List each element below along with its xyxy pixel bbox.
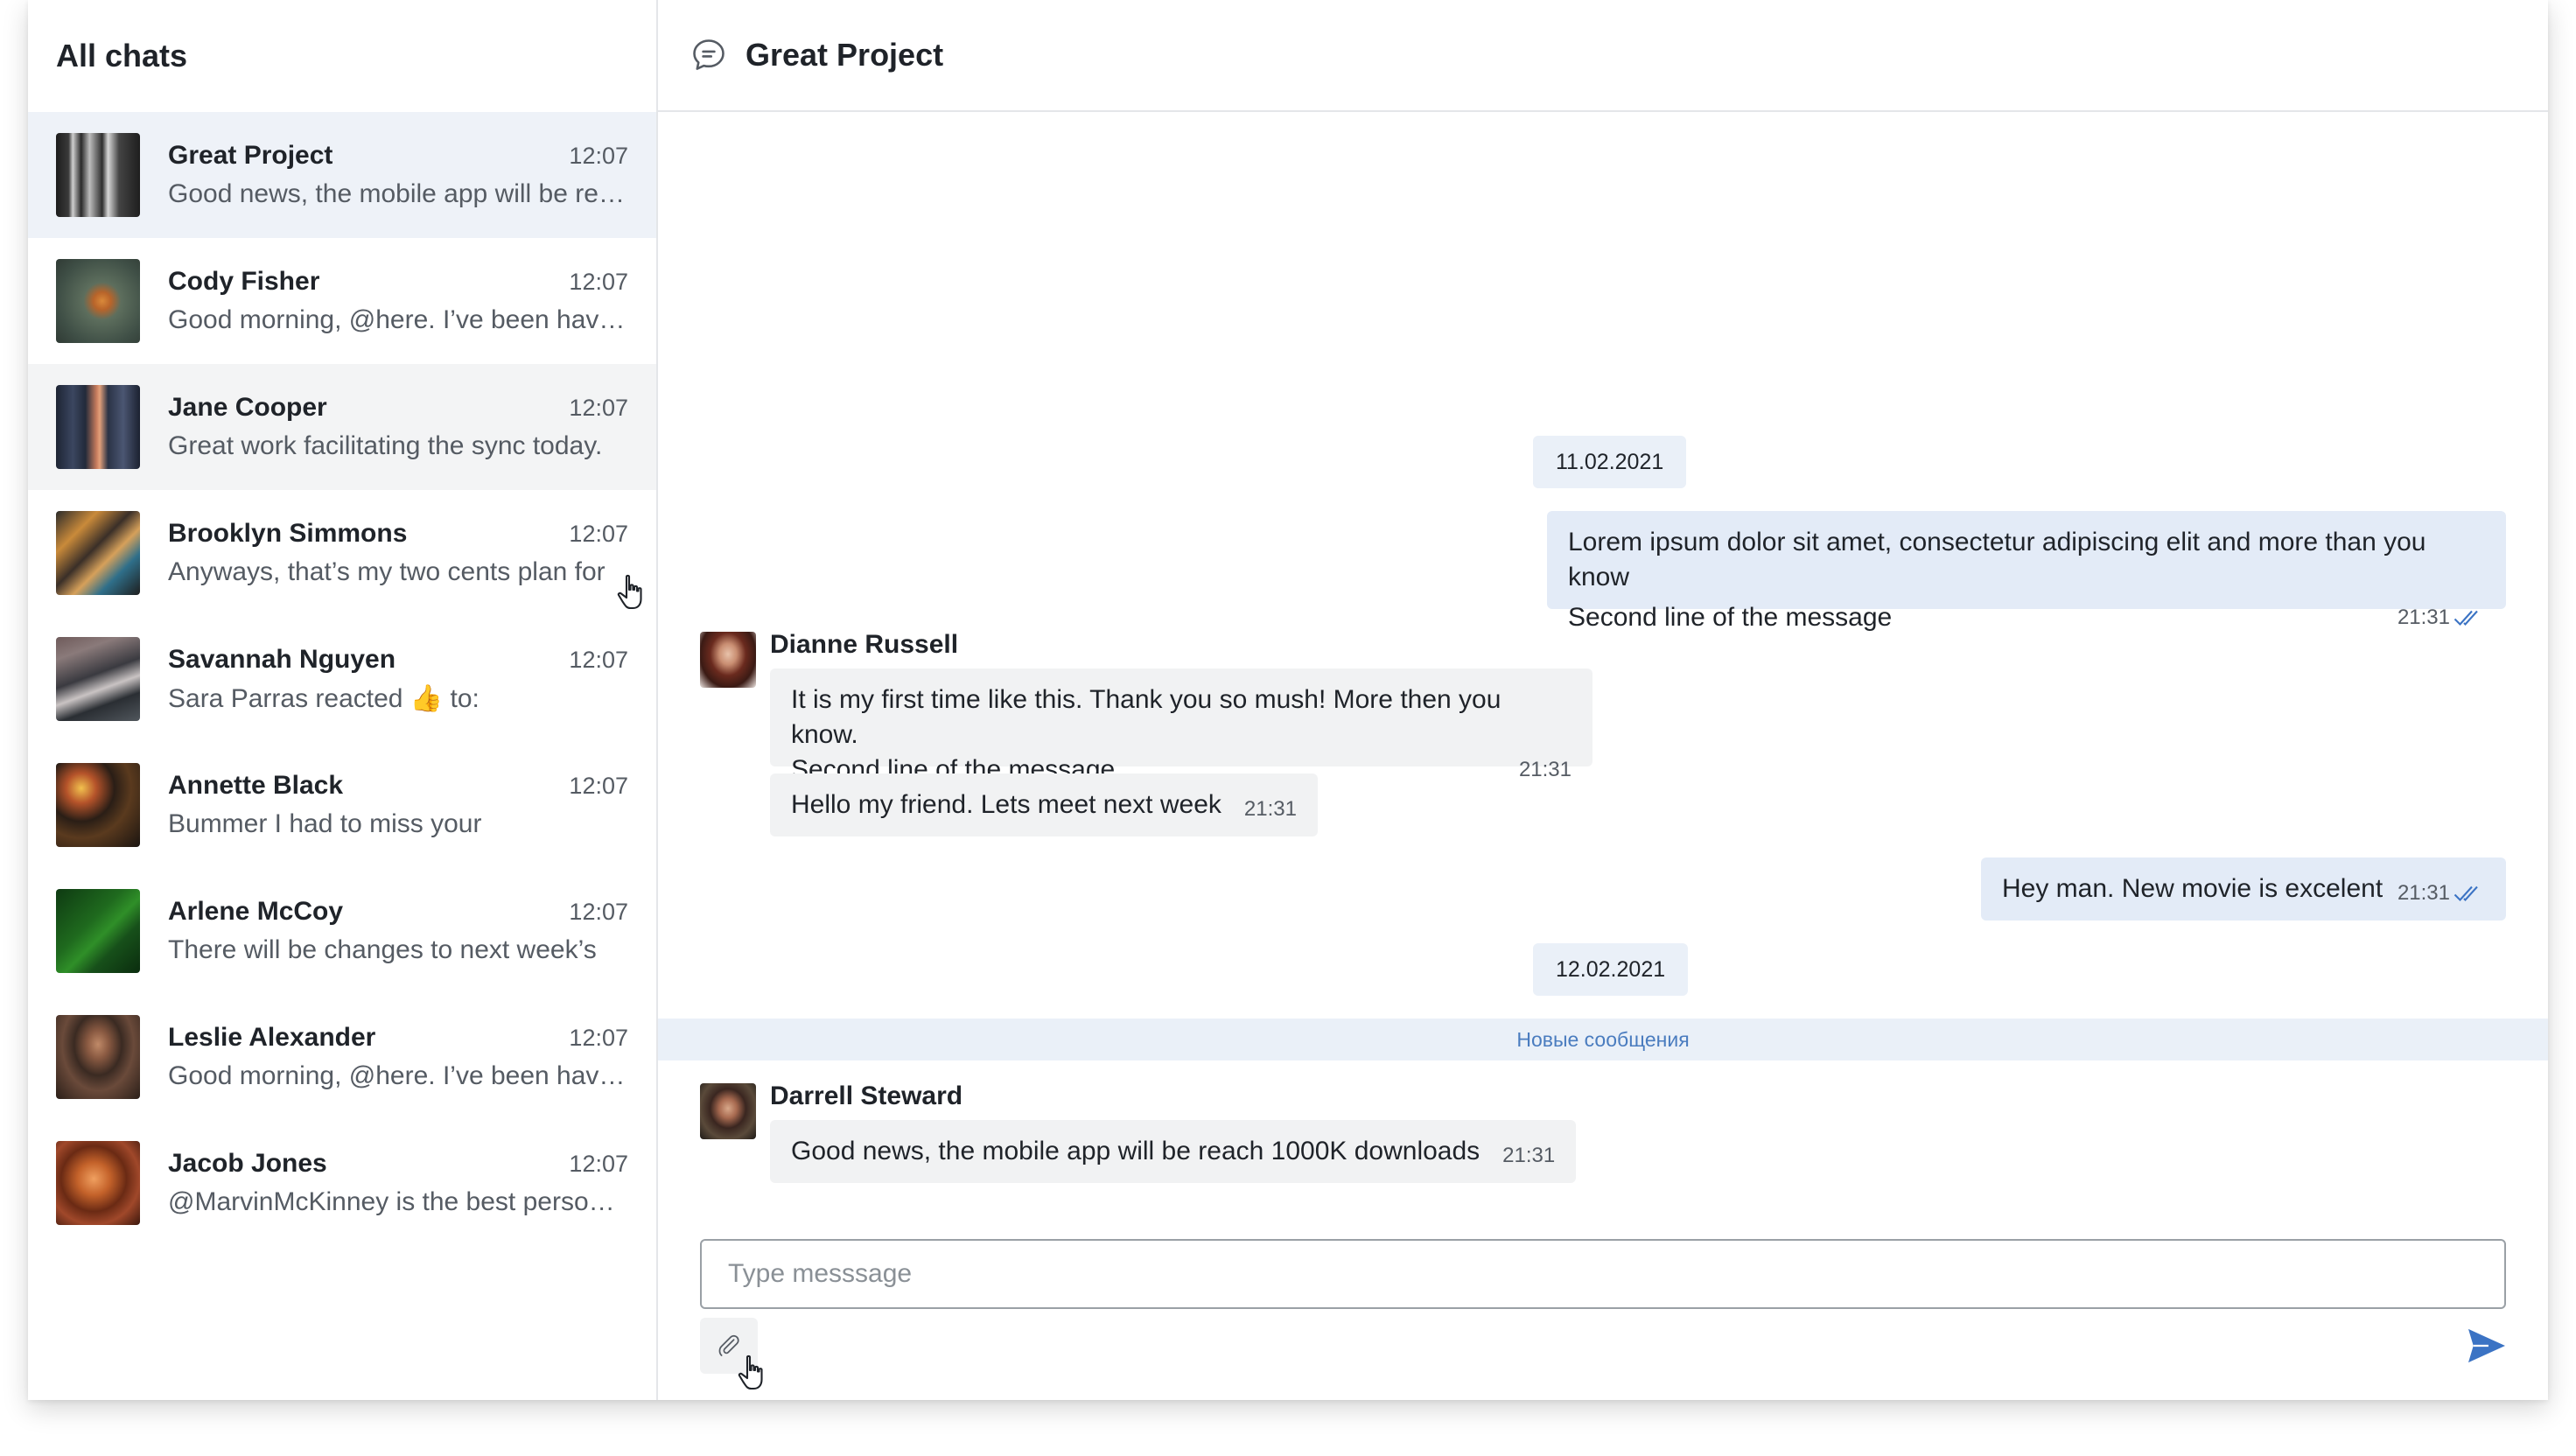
chat-name: Annette Black — [168, 771, 344, 800]
date-separator: 12.02.2021 — [1533, 943, 1689, 996]
chat-name: Great Project — [168, 141, 333, 170]
chat-bubble-icon — [693, 39, 724, 70]
message-time: 21:31 — [1502, 1144, 1556, 1167]
avatar — [56, 763, 140, 847]
chat-time: 12:07 — [569, 143, 628, 169]
double-check-icon — [2454, 610, 2478, 626]
chat-item-brooklyn-simmons[interactable]: Brooklyn Simmons 12:07 Anyways, that’s my… — [28, 490, 656, 616]
sender-name[interactable]: Dianne Russell — [770, 630, 958, 660]
message-time: 21:31 — [1518, 758, 1572, 781]
chat-name: Jane Cooper — [168, 393, 327, 422]
message-text: Good news, the mobile app will be reach … — [791, 1137, 1480, 1166]
message-text-line: Lorem ipsum dolor sit amet, consectetur … — [1568, 528, 2426, 592]
chat-preview: Good morning, @here. I’ve been having — [168, 1061, 628, 1090]
chat-time: 12:07 — [569, 521, 628, 547]
avatar — [56, 637, 140, 721]
message-text: Hello my friend. Lets meet next week — [791, 790, 1222, 819]
incoming-message[interactable]: It is my first time like this. Thank you… — [770, 668, 1592, 784]
chat-preview: Sara Parras reacted 👍 to: — [168, 683, 480, 713]
avatar — [56, 889, 140, 973]
conversation-panel: Great Project 11.02.2021 Lorem ipsum dol… — [658, 0, 2548, 1400]
chat-time: 12:07 — [569, 646, 628, 673]
chat-time: 12:07 — [569, 899, 628, 925]
chat-time: 12:07 — [569, 773, 628, 799]
date-separator: 11.02.2021 — [1533, 436, 1687, 488]
avatar — [56, 133, 140, 217]
avatar — [56, 511, 140, 595]
chat-app-window: All chats Great Project 12:07 Good news, … — [28, 0, 2548, 1400]
avatar — [56, 1015, 140, 1099]
outgoing-message[interactable]: Hey man. New movie is excelent 21:31 — [1981, 858, 2506, 920]
message-text-line: It is my first time like this. Thank you… — [791, 685, 1502, 749]
sidebar-title: All chats — [56, 38, 188, 74]
chat-item-jane-cooper[interactable]: Jane Cooper 12:07 Great work facilitating… — [28, 364, 656, 490]
outgoing-message[interactable]: Lorem ipsum dolor sit amet, consectetur … — [1547, 511, 2506, 632]
avatar — [56, 385, 140, 469]
message-input[interactable] — [700, 1239, 2506, 1309]
chat-item-jacob-jones[interactable]: Jacob Jones 12:07 @MarvinMcKinney is the … — [28, 1120, 656, 1246]
chat-preview: There will be changes to next week’s — [168, 935, 597, 964]
message-text: Hey man. New movie is excelent — [2002, 874, 2384, 903]
chat-name: Arlene McCoy — [168, 897, 344, 926]
chat-preview: Good morning, @here. I’ve been having — [168, 305, 628, 334]
chat-preview: Bummer I had to miss your — [168, 809, 482, 838]
chat-preview: @MarvinMcKinney is the best person to — [168, 1187, 628, 1216]
new-messages-divider: Новые сообщения — [658, 1018, 2548, 1060]
incoming-message[interactable]: Hello my friend. Lets meet next week 21:… — [770, 774, 1318, 836]
hand-cursor-icon — [617, 574, 642, 610]
chat-item-annette-black[interactable]: Annette Black 12:07 Bummer I had to miss … — [28, 742, 656, 868]
chat-item-savannah-nguyen[interactable]: Savannah Nguyen 12:07 Sara Parras reacted… — [28, 616, 656, 742]
sender-avatar[interactable] — [700, 632, 756, 688]
incoming-message[interactable]: Good news, the mobile app will be reach … — [770, 1120, 1577, 1183]
message-text-line: Second line of the message — [1568, 603, 1893, 632]
send-button[interactable] — [2464, 1323, 2510, 1368]
conversation-header: Great Project — [658, 0, 2548, 112]
chat-item-great-project[interactable]: Great Project 12:07 Good news, the mobile… — [28, 112, 656, 238]
chat-name: Cody Fisher — [168, 267, 320, 296]
message-time: 21:31 — [1243, 797, 1297, 821]
conversation-title: Great Project — [746, 37, 944, 73]
chat-name: Leslie Alexander — [168, 1023, 376, 1052]
chat-preview: Good news, the mobile app will be rea... — [168, 179, 628, 208]
chat-item-arlene-mccoy[interactable]: Arlene McCoy 12:07 There will be changes … — [28, 868, 656, 994]
chat-time: 12:07 — [569, 1025, 628, 1051]
message-time: 21:31 — [2397, 606, 2450, 629]
chat-preview: Great work facilitating the sync today. — [168, 431, 603, 460]
sender-name[interactable]: Darrell Steward — [770, 1082, 962, 1111]
chat-name: Savannah Nguyen — [168, 644, 396, 674]
chat-name: Brooklyn Simmons — [168, 519, 408, 548]
chat-list-sidebar: All chats Great Project 12:07 Good news, … — [28, 0, 658, 1400]
chat-time: 12:07 — [569, 269, 628, 295]
chat-item-leslie-alexander[interactable]: Leslie Alexander 12:07 Good morning, @her… — [28, 994, 656, 1120]
double-check-icon — [2454, 886, 2478, 902]
chat-time: 12:07 — [569, 1151, 628, 1177]
avatar — [56, 1141, 140, 1225]
chat-item-cody-fisher[interactable]: Cody Fisher 12:07 Good morning, @here. I’… — [28, 238, 656, 364]
send-icon — [2468, 1328, 2505, 1363]
chat-time: 12:07 — [569, 395, 628, 421]
chat-preview: Anyways, that’s my two cents plan for — [168, 557, 606, 586]
message-time: 21:31 — [2397, 881, 2450, 905]
avatar — [56, 259, 140, 343]
sender-avatar[interactable] — [700, 1083, 756, 1139]
hand-cursor-icon — [738, 1354, 763, 1390]
chat-name: Jacob Jones — [168, 1149, 327, 1178]
